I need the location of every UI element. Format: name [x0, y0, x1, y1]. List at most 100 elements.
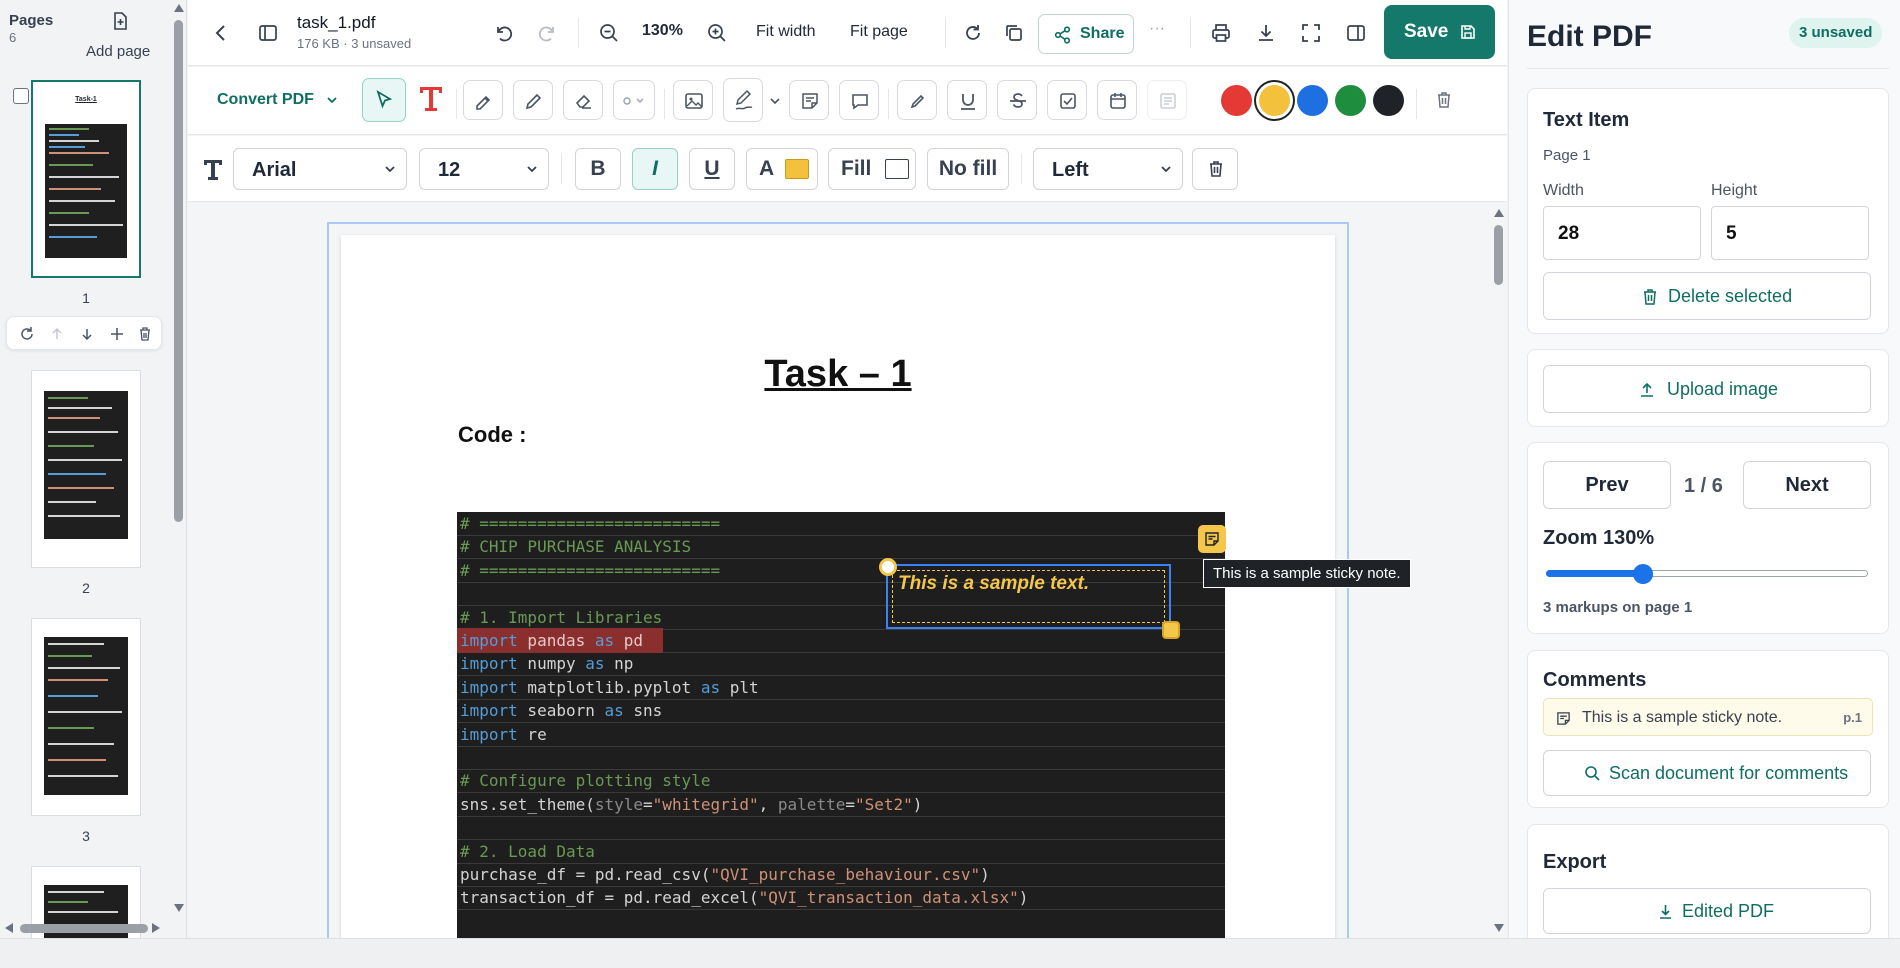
share-button[interactable]: Share [1038, 14, 1134, 54]
thumb-number-3: 3 [82, 828, 90, 844]
zoom-slider-thumb[interactable] [1632, 564, 1653, 584]
italic-button[interactable]: I [632, 148, 678, 190]
delete-page-icon[interactable] [137, 326, 153, 342]
font-family-select[interactable]: Arial [233, 148, 407, 190]
more-options-button[interactable]: ··· [1149, 20, 1165, 38]
color-swatch-blue[interactable] [1297, 85, 1328, 116]
resize-handle[interactable] [1162, 621, 1180, 639]
width-input[interactable]: 28 [1543, 206, 1701, 260]
text-color-swatch [785, 159, 809, 179]
canvas-scrollbar[interactable] [1491, 203, 1507, 938]
export-pdf-button[interactable]: Edited PDF [1543, 888, 1871, 934]
delete-text-button[interactable] [1192, 148, 1238, 190]
move-handle[interactable] [879, 558, 897, 576]
note-tool[interactable] [789, 80, 829, 120]
code-token: pandas [517, 631, 595, 650]
font-size-select[interactable]: 12 [419, 148, 549, 190]
fit-width-button[interactable]: Fit width [756, 23, 816, 41]
fullscreen-icon[interactable] [1300, 22, 1322, 44]
zoom-slider[interactable] [1546, 563, 1868, 585]
fill-color-button[interactable]: Fill [828, 148, 916, 190]
image-tool[interactable] [673, 80, 713, 120]
page-thumbnail-1[interactable]: Task-1 [31, 80, 141, 278]
next-page-button[interactable]: Next [1743, 461, 1871, 509]
text-annotation-box[interactable]: This is a sample text. [886, 564, 1171, 629]
unsaved-badge: 3 unsaved [1789, 18, 1883, 48]
sticky-note-icon[interactable] [1198, 525, 1226, 553]
underline-tool[interactable] [947, 80, 987, 120]
underline-button[interactable]: U [689, 148, 735, 190]
color-swatch-green[interactable] [1335, 85, 1366, 116]
thumbnails-hscrollbar[interactable] [0, 918, 171, 938]
upload-image-button[interactable]: Upload image [1543, 365, 1871, 413]
delete-selected-button[interactable]: Delete selected [1543, 272, 1871, 320]
checkbox-tool[interactable] [1047, 80, 1087, 120]
highlight-tool[interactable] [463, 80, 503, 120]
pdf-page[interactable]: Task – 1 Code : # ======================… [341, 235, 1335, 938]
toggle-sidebar-icon[interactable] [257, 22, 279, 44]
comment-tool[interactable] [839, 80, 879, 120]
toggle-panel-icon[interactable] [1345, 22, 1367, 44]
text-item-heading: Text Item [1543, 109, 1630, 131]
draw-line-tool[interactable] [897, 80, 937, 120]
download-icon[interactable] [1255, 22, 1277, 44]
back-icon[interactable] [210, 22, 232, 44]
thumbnails-scrollbar[interactable] [171, 0, 186, 918]
export-card: Export Edited PDF [1527, 824, 1889, 938]
zoom-out-icon[interactable] [598, 22, 620, 44]
color-swatch-yellow[interactable] [1259, 85, 1290, 116]
delete-annotation-tool[interactable] [1424, 80, 1464, 120]
scan-comments-button[interactable]: Scan document for comments [1543, 750, 1871, 796]
page-select-checkbox[interactable] [13, 88, 29, 104]
move-up-icon[interactable] [49, 326, 65, 342]
color-swatch-red[interactable] [1221, 85, 1252, 116]
no-fill-button[interactable]: No fill [927, 148, 1009, 190]
duplicate-icon[interactable] [1003, 22, 1025, 44]
date-tool[interactable] [1097, 80, 1137, 120]
convert-pdf-button[interactable]: Convert PDF [217, 91, 338, 109]
redo-icon[interactable] [537, 22, 559, 44]
fill-color-swatch [885, 159, 909, 179]
color-swatch-black[interactable] [1373, 85, 1404, 116]
pen-tool[interactable] [513, 80, 553, 120]
code-token: ) [980, 865, 990, 884]
code-token: ) [912, 794, 923, 814]
code-token: import [460, 701, 518, 721]
form-field-tool[interactable] [1147, 80, 1187, 120]
text-annotation[interactable]: This is a sample text. [898, 573, 1089, 595]
zoom-label: Zoom 130% [1543, 527, 1655, 549]
signature-dropdown-icon[interactable] [769, 95, 781, 107]
strikethrough-tool[interactable] [997, 80, 1037, 120]
text-tool[interactable] [412, 80, 452, 120]
height-label: Height [1711, 182, 1758, 199]
shape-tool[interactable] [613, 80, 655, 120]
code-line: # CHIP PURCHASE ANALYSIS [457, 535, 1225, 560]
comment-item[interactable]: This is a sample sticky note. p.1 [1543, 698, 1873, 736]
undo-icon[interactable] [492, 22, 514, 44]
text-color-button[interactable]: A [746, 148, 818, 190]
fit-page-button[interactable]: Fit page [850, 23, 908, 41]
thumb-title: Task-1 [75, 96, 97, 103]
prev-page-button[interactable]: Prev [1543, 461, 1671, 509]
signature-tool[interactable] [723, 78, 763, 122]
code-token: "QVI_purchase_behaviour.csv" [710, 865, 981, 884]
add-page-button[interactable]: Add page [86, 43, 150, 60]
eraser-tool[interactable] [563, 80, 603, 120]
zoom-in-icon[interactable] [706, 22, 728, 44]
print-icon[interactable] [1210, 22, 1232, 44]
page-thumbnail-2[interactable] [31, 370, 141, 568]
rotate-page-icon[interactable] [19, 326, 35, 342]
page-thumbnail-3[interactable] [31, 618, 141, 816]
document-canvas[interactable]: Task – 1 Code : # ======================… [188, 203, 1507, 938]
height-input[interactable]: 5 [1711, 206, 1869, 260]
bold-button[interactable]: B [575, 148, 621, 190]
insert-page-icon[interactable] [109, 326, 125, 342]
refresh-icon[interactable] [962, 22, 984, 44]
select-tool[interactable] [362, 78, 406, 122]
move-down-icon[interactable] [79, 326, 95, 342]
text-align-select[interactable]: Left [1033, 148, 1183, 190]
save-button[interactable]: Save [1384, 5, 1495, 59]
scan-comments-label: Scan document for comments [1609, 763, 1849, 783]
upload-icon [1641, 382, 1653, 397]
add-page-icon[interactable] [112, 12, 128, 30]
